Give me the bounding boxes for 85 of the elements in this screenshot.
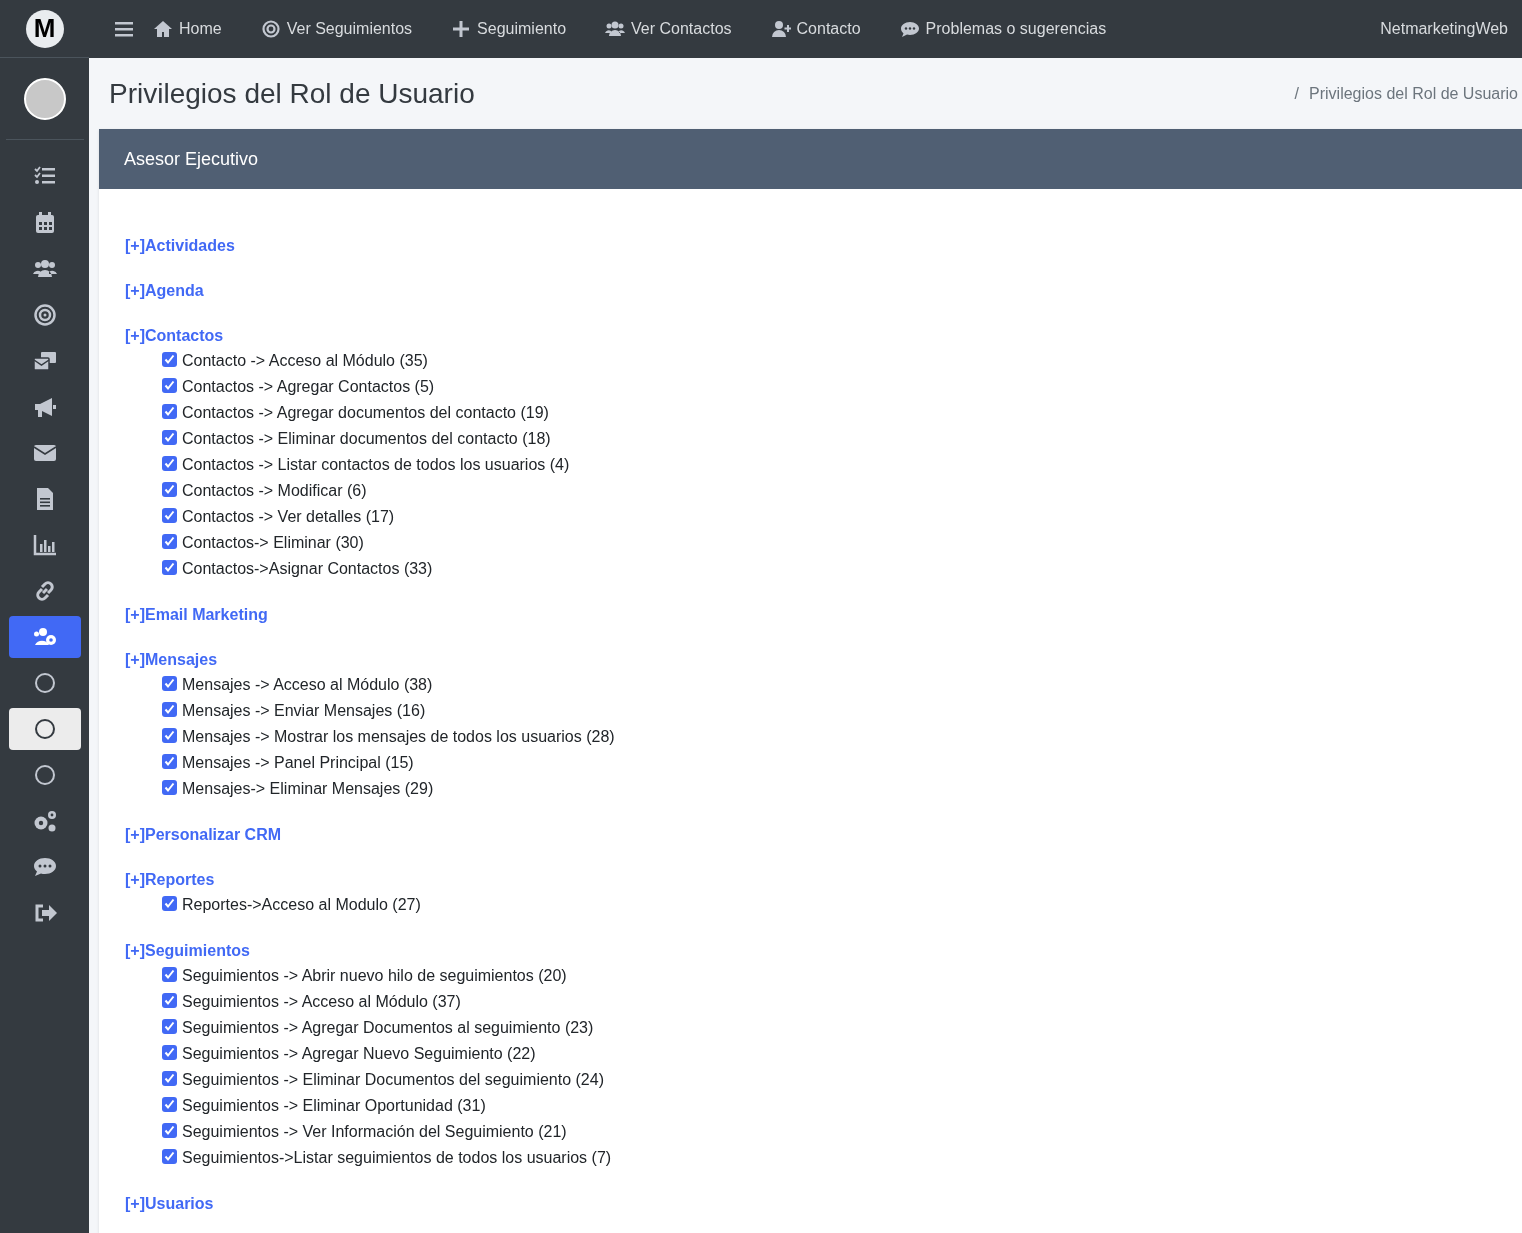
chat-icon <box>899 19 920 39</box>
permission-label: Mensajes -> Enviar Mensajes (16) <box>182 701 426 721</box>
permission-label: Mensajes -> Panel Principal (15) <box>182 753 414 773</box>
card-title: Asesor Ejecutivo <box>124 147 259 171</box>
checkbox[interactable] <box>162 727 177 743</box>
section-toggle-link[interactable]: [+]Usuarios <box>125 1192 214 1216</box>
section-toggle-link[interactable]: [+]Mensajes <box>125 648 218 672</box>
nav-link[interactable]: Seguimiento <box>451 17 567 41</box>
megaphone-icon <box>32 395 57 419</box>
permission-label: Contacto -> Acceso al Módulo (35) <box>182 351 428 371</box>
checkbox[interactable] <box>162 1018 177 1034</box>
checkbox[interactable] <box>162 507 177 523</box>
permission-label: Contactos->Asignar Contactos (33) <box>182 559 433 579</box>
checkbox[interactable] <box>162 779 177 795</box>
permission-label: Seguimientos->Listar seguimientos de todos los usuarios (7) <box>182 1148 612 1168</box>
circle-icon <box>32 763 57 787</box>
checkbox[interactable] <box>162 377 177 393</box>
permission-label: Mensajes-> Eliminar Mensajes (29) <box>182 779 434 799</box>
target-icon <box>260 19 281 39</box>
checkbox[interactable] <box>162 455 177 471</box>
checkbox[interactable] <box>162 1070 177 1086</box>
section-toggle-link[interactable]: [+]Personalizar CRM <box>125 823 282 847</box>
permission-label: Seguimientos -> Agregar Nuevo Seguimiento (22) <box>182 1044 536 1064</box>
section-toggle-link[interactable]: [+]Contactos <box>125 324 224 348</box>
site-name[interactable]: NetmarketingWeb <box>1380 17 1508 41</box>
mail-stack-icon <box>32 349 57 373</box>
checkbox[interactable] <box>162 559 177 575</box>
plus-icon <box>451 19 472 39</box>
nav-link[interactable]: Ver Contactos <box>605 17 732 41</box>
nav-link[interactable]: Ver Seguimientos <box>260 17 413 41</box>
checkbox[interactable] <box>162 992 177 1008</box>
permission-label: Seguimientos -> Eliminar Oportunidad (31) <box>182 1096 486 1116</box>
checkbox[interactable] <box>162 351 177 367</box>
permission-label: Contactos-> Eliminar (30) <box>182 533 364 553</box>
section-toggle-link[interactable]: [+]Agenda <box>125 279 204 303</box>
permission-label: Reportes->Acceso al Modulo (27) <box>182 895 421 915</box>
breadcrumb-separator: / <box>1294 83 1299 104</box>
sidebar-item[interactable] <box>8 616 81 658</box>
permission-label: Contactos -> Agregar documentos del contacto (19) <box>182 403 549 423</box>
user-plus-icon <box>770 19 791 39</box>
target-icon <box>32 303 57 327</box>
permission-label: Contactos -> Listar contactos de todos los usuarios (4) <box>182 455 570 475</box>
logo[interactable]: M <box>25 9 64 48</box>
nav-link[interactable]: Contacto <box>770 17 861 41</box>
circle-icon <box>32 717 57 741</box>
permission-label: Seguimientos -> Agregar Documentos al seguimiento (23) <box>182 1018 594 1038</box>
checkbox[interactable] <box>162 1148 177 1164</box>
section-toggle-link[interactable]: [+]Seguimientos <box>125 939 250 963</box>
checkbox[interactable] <box>162 675 177 691</box>
permission-label: Mensajes -> Mostrar los mensajes de todos los usuarios (28) <box>182 727 615 747</box>
checkbox[interactable] <box>162 1044 177 1060</box>
checkbox[interactable] <box>162 533 177 549</box>
bar-chart-icon <box>32 533 57 557</box>
checkbox[interactable] <box>162 966 177 982</box>
circle-icon <box>32 671 57 695</box>
section-toggle-link[interactable]: [+]Reportes <box>125 868 215 892</box>
sidebar-item[interactable] <box>8 708 81 750</box>
menu-icon[interactable] <box>115 21 133 37</box>
permission-label: Seguimientos -> Ver Información del Seguimiento (21) <box>182 1122 567 1142</box>
permission-label: Seguimientos -> Acceso al Módulo (37) <box>182 992 461 1012</box>
permission-label: Contactos -> Eliminar documentos del contacto (18) <box>182 429 551 449</box>
breadcrumb-item: Privilegios del Rol de Usuario <box>1309 83 1518 104</box>
section-toggle-link[interactable]: [+]Actividades <box>125 234 235 258</box>
section-toggle-link[interactable]: [+]Email Marketing <box>125 603 268 627</box>
nav-link[interactable]: Problemas o sugerencias <box>899 17 1107 41</box>
checkbox[interactable] <box>162 753 177 769</box>
avatar[interactable] <box>23 77 66 120</box>
checkbox[interactable] <box>162 1096 177 1112</box>
users-icon <box>605 19 626 39</box>
permission-label: Seguimientos -> Abrir nuevo hilo de seguimientos (20) <box>182 966 567 986</box>
chat-icon <box>32 855 57 879</box>
permission-label: Contactos -> Ver detalles (17) <box>182 507 395 527</box>
checkbox[interactable] <box>162 403 177 419</box>
home-icon <box>153 19 173 39</box>
permission-label: Mensajes -> Acceso al Módulo (38) <box>182 675 433 695</box>
checkbox[interactable] <box>162 895 177 911</box>
permission-label: Contactos -> Modificar (6) <box>182 481 367 501</box>
checkbox[interactable] <box>162 429 177 445</box>
checkbox[interactable] <box>162 701 177 717</box>
permission-label: Seguimientos -> Eliminar Documentos del seguimiento (24) <box>182 1070 604 1090</box>
checkbox[interactable] <box>162 481 177 497</box>
page-title: Privilegios del Rol de Usuario <box>109 76 475 111</box>
checkbox[interactable] <box>162 1122 177 1138</box>
permission-label: Contactos -> Agregar Contactos (5) <box>182 377 435 397</box>
nav-link[interactable]: Home <box>153 17 222 41</box>
